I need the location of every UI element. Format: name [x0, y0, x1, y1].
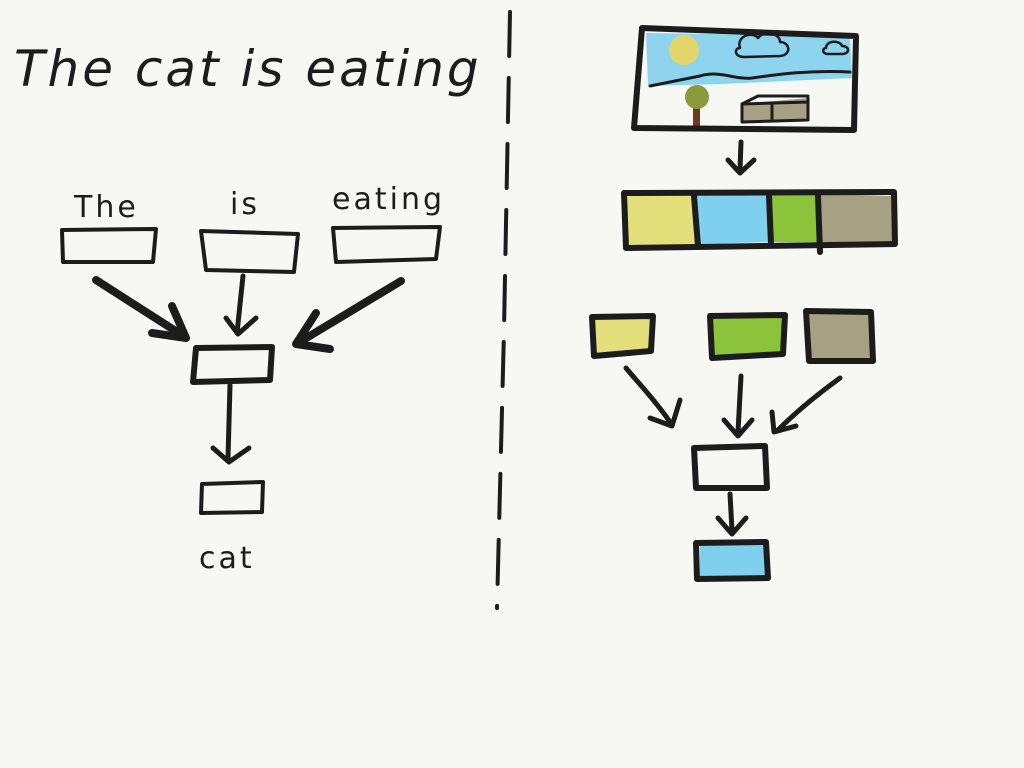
patch-yellow: [626, 194, 696, 246]
target-patch-blue: [700, 544, 768, 578]
arrow-green-to-hidden: [721, 373, 755, 439]
context-box-is: [199, 229, 300, 274]
patch-green: [770, 194, 820, 242]
arrow-eating-to-hidden: [292, 277, 405, 353]
context-box-the: [60, 227, 158, 264]
left-panel-text-model: The cat is eating The is eating cat: [14, 40, 482, 576]
patch-sequence: [621, 189, 898, 255]
context-word-is: is: [230, 187, 260, 222]
arrow-yellow-to-hidden: [623, 365, 683, 429]
sentence-title: The cat is eating: [14, 40, 482, 98]
target-word-cat: cat: [199, 541, 255, 576]
right-panel-image-model: [589, 25, 898, 582]
whiteboard-canvas: The cat is eating The is eating cat: [0, 0, 1024, 768]
image-hidden-layer-box: [691, 443, 770, 491]
patch-grey: [820, 194, 894, 244]
arrow-is-to-hidden: [223, 273, 259, 337]
sun-icon: [669, 35, 699, 65]
scene-image: [631, 25, 859, 133]
arrow-image-to-patches: [725, 139, 757, 176]
output-word-box: [199, 480, 265, 515]
dashed-divider: [495, 10, 512, 610]
arrow-hidden-to-output: [210, 382, 252, 465]
context-box-eating: [331, 225, 442, 264]
arrow-grey-to-hidden: [769, 375, 843, 435]
arrow-hidden-to-target-patch: [715, 491, 749, 537]
context-word-the: The: [73, 190, 139, 225]
arrow-the-to-hidden: [92, 276, 190, 342]
context-patch-green: [712, 316, 784, 356]
tree-icon: [685, 85, 709, 109]
hidden-layer-box: [190, 344, 275, 385]
patch-blue: [696, 192, 772, 244]
context-patch-grey: [808, 312, 872, 360]
context-patch-yellow: [594, 316, 652, 354]
sketch-diagram: The cat is eating The is eating cat: [14, 10, 898, 610]
context-word-eating: eating: [332, 182, 445, 217]
